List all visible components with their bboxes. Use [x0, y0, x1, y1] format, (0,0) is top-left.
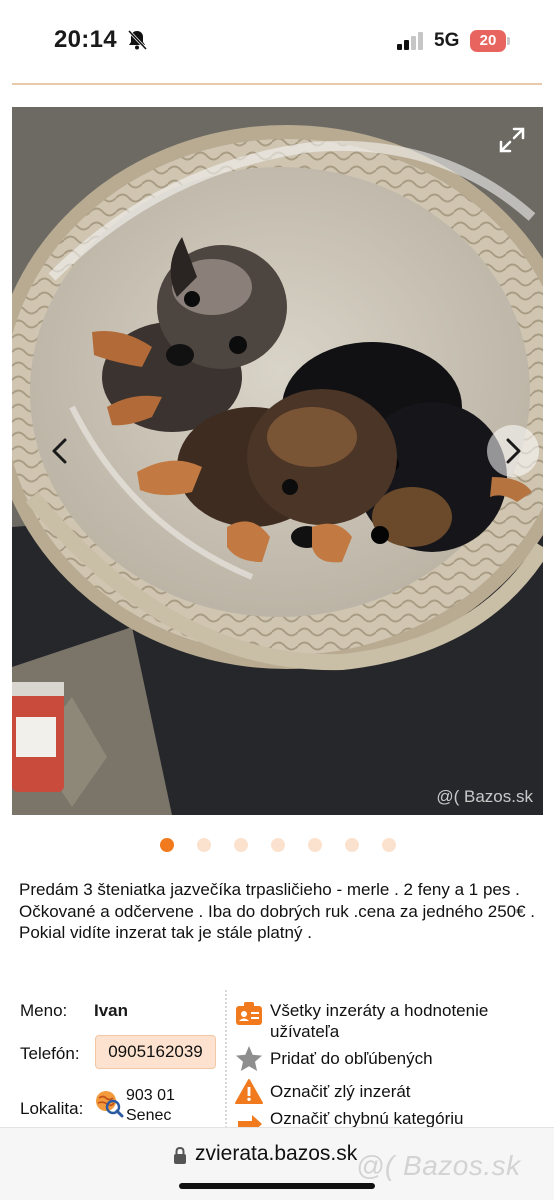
- header-divider: [12, 83, 542, 85]
- photo-pagination: [160, 838, 396, 852]
- phone-button[interactable]: 0905162039: [95, 1035, 216, 1069]
- signal-icon: [397, 32, 423, 50]
- pagination-dot[interactable]: [308, 838, 322, 852]
- seller-name: Ivan: [94, 1001, 129, 1020]
- pagination-dot[interactable]: [234, 838, 248, 852]
- listing-description: Predám 3 šteniatka jazvečíka trpasličieh…: [19, 880, 536, 942]
- pagination-dot[interactable]: [271, 838, 285, 852]
- expand-icon[interactable]: [497, 125, 527, 155]
- photo-watermark: @( Bazos.sk: [436, 787, 533, 806]
- home-indicator[interactable]: [179, 1183, 375, 1189]
- pagination-dot[interactable]: [382, 838, 396, 852]
- chevron-right-icon: [506, 438, 521, 464]
- add-favorite-label: Pridať do obľúbených: [270, 1049, 433, 1068]
- star-icon: [236, 1046, 262, 1071]
- pagination-dot[interactable]: [160, 838, 174, 852]
- user-card-icon: [236, 1002, 262, 1025]
- battery-icon: 20: [470, 30, 510, 52]
- bazos-brand-watermark: @( Bazos.sk: [356, 1150, 521, 1181]
- wrong-category-label: Označiť chybnú kategóriu: [270, 1109, 464, 1128]
- network-type: 5G: [434, 30, 460, 51]
- lock-icon: [174, 1146, 186, 1164]
- address-bar-url[interactable]: zvierata.bazos.sk: [195, 1142, 357, 1166]
- puppies-in-basket-image: [12, 107, 543, 815]
- battery-level: 20: [470, 30, 506, 52]
- report-ad-label: Označiť zlý inzerát: [270, 1082, 411, 1101]
- details-divider: [225, 990, 227, 1128]
- location-zip: 903 01: [126, 1087, 175, 1104]
- previous-photo-button[interactable]: [34, 425, 86, 477]
- name-label: Meno:: [20, 1001, 68, 1020]
- listing-photo[interactable]: @( Bazos.sk: [12, 107, 543, 815]
- location-city: Senec: [126, 1107, 172, 1124]
- status-time: 20:14: [54, 26, 117, 53]
- browser-bar: zvierata.bazos.sk @( Bazos.sk: [0, 1127, 554, 1200]
- location-label: Lokalita:: [20, 1099, 84, 1118]
- map-search-icon[interactable]: [94, 1089, 124, 1119]
- status-bar: 20:14 5G 20: [0, 0, 554, 84]
- location-value: 903 01 Senec: [126, 1086, 175, 1126]
- all-ads-label: Všetky inzeráty a hodnotenie užívateľa: [270, 1001, 489, 1041]
- bell-muted-icon: [127, 29, 148, 51]
- pagination-dot[interactable]: [345, 838, 359, 852]
- pagination-dot[interactable]: [197, 838, 211, 852]
- next-photo-button[interactable]: [487, 425, 539, 477]
- warning-icon: [235, 1079, 263, 1104]
- chevron-left-icon: [52, 438, 67, 464]
- phone-label: Telefón:: [20, 1044, 80, 1063]
